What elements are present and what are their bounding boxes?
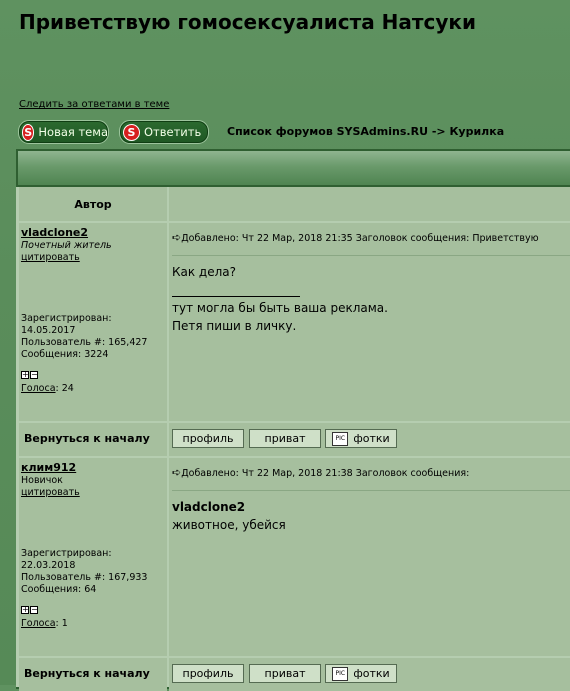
post-link-arrow-icon[interactable]: ➪ — [172, 231, 181, 244]
registered-label: Зарегистрирован: — [21, 313, 112, 324]
post-author-stats: Зарегистрирован: 14.05.2017 Пользователь… — [21, 313, 147, 361]
post-link-arrow-icon[interactable]: ➪ — [172, 466, 181, 479]
minus-icon[interactable]: − — [30, 606, 38, 614]
back-to-top-link[interactable]: Вернуться к началу — [24, 432, 150, 445]
back-to-top-cell: Вернуться к началу — [19, 658, 167, 691]
user-number: Пользователь #: 167,933 — [21, 572, 148, 583]
post-author-cell: клим912 Новичок цитировать Зарегистриров… — [19, 458, 167, 656]
post-author-name[interactable]: vladclone2 — [21, 226, 88, 239]
post-message-cell: ➪Добавлено: Чт 22 Мар, 2018 21:35 Заголо… — [169, 223, 570, 421]
back-to-top-link[interactable]: Вернуться к началу — [24, 667, 150, 680]
registered-date: 22.03.2018 — [21, 560, 76, 571]
vote-plus-minus[interactable]: + − — [21, 371, 39, 379]
registered-label: Зарегистрирован: — [21, 548, 112, 559]
photo-icon: PIC — [332, 666, 349, 681]
post-header-text: Добавлено: Чт 22 Мар, 2018 21:35 Заголов… — [181, 233, 539, 244]
message-column-header — [169, 187, 570, 221]
quote-link[interactable]: цитировать — [21, 252, 80, 263]
table-header-bar — [18, 151, 570, 185]
posts-table: Автор vladclone2 Почетный житель цитиров… — [16, 149, 570, 691]
registered-date: 14.05.2017 — [21, 325, 76, 336]
plus-icon[interactable]: + — [21, 371, 29, 379]
post-author-stats: Зарегистрирован: 22.03.2018 Пользователь… — [21, 548, 147, 596]
post-divider — [172, 490, 570, 491]
page-title: Приветствую гомосексуалиста Натсуки — [19, 10, 476, 34]
author-column-header: Автор — [19, 187, 167, 221]
quoted-username: vladclone2 — [172, 500, 246, 514]
post-divider — [172, 255, 570, 256]
s-logo-icon: S — [123, 123, 140, 141]
post-author-name[interactable]: клим912 — [21, 461, 76, 474]
votes-link[interactable]: Голоса — [21, 383, 56, 394]
signature-divider — [172, 296, 300, 297]
plus-icon[interactable]: + — [21, 606, 29, 614]
votes-link[interactable]: Голоса — [21, 618, 56, 629]
post-text-line: Как дела? — [172, 265, 237, 279]
photos-button[interactable]: PIC фотки — [325, 429, 397, 448]
private-message-button[interactable]: приват — [249, 429, 321, 448]
votes: Голоса: 24 — [21, 383, 74, 394]
profile-button[interactable]: профиль — [172, 429, 244, 448]
new-topic-label: Новая тема — [38, 125, 108, 139]
photos-label: фотки — [353, 432, 390, 445]
posts-table-body: Автор vladclone2 Почетный житель цитиров… — [16, 187, 570, 691]
reply-button[interactable]: S Ответить — [119, 120, 209, 144]
quote-link[interactable]: цитировать — [21, 487, 80, 498]
watch-topic-link[interactable]: Следить за ответами в теме — [19, 99, 169, 110]
profile-button[interactable]: профиль — [172, 664, 244, 683]
votes-value: : 1 — [55, 618, 68, 629]
post-actions-cell: профиль приват PIC фотки — [169, 423, 570, 456]
s-logo-icon: S — [22, 123, 35, 141]
photos-button[interactable]: PIC фотки — [325, 664, 397, 683]
post-author-cell: vladclone2 Почетный житель цитировать За… — [19, 223, 167, 421]
back-to-top-cell: Вернуться к началу — [19, 423, 167, 456]
minus-icon[interactable]: − — [30, 371, 38, 379]
post-header: ➪Добавлено: Чт 22 Мар, 2018 21:35 Заголо… — [172, 231, 539, 244]
message-count: Сообщения: 3224 — [21, 349, 109, 360]
post-header-text: Добавлено: Чт 22 Мар, 2018 21:38 Заголов… — [181, 468, 470, 479]
user-number: Пользователь #: 165,427 — [21, 337, 148, 348]
signature-line: Петя пиши в личку. — [172, 319, 297, 333]
message-count: Сообщения: 64 — [21, 584, 97, 595]
post-author-rank: Почетный житель — [21, 240, 112, 251]
signature-line: тут могла бы быть ваша реклама. — [172, 301, 388, 315]
post-message-cell: ➪Добавлено: Чт 22 Мар, 2018 21:38 Заголо… — [169, 458, 570, 656]
photos-label: фотки — [353, 667, 390, 680]
post-text-line: животное, убейся — [172, 518, 286, 532]
photo-icon: PIC — [332, 431, 349, 446]
private-message-button[interactable]: приват — [249, 664, 321, 683]
votes: Голоса: 1 — [21, 618, 68, 629]
breadcrumb[interactable]: Список форумов SYSAdmins.RU -> Курилка — [227, 125, 504, 138]
post-actions-cell: профиль приват PIC фотки — [169, 658, 570, 691]
new-topic-button[interactable]: S Новая тема — [18, 120, 109, 144]
votes-value: : 24 — [55, 383, 74, 394]
post-author-rank: Новичок — [21, 475, 63, 486]
vote-plus-minus[interactable]: + − — [21, 606, 39, 614]
post-header: ➪Добавлено: Чт 22 Мар, 2018 21:38 Заголо… — [172, 466, 469, 479]
reply-label: Ответить — [144, 125, 202, 139]
